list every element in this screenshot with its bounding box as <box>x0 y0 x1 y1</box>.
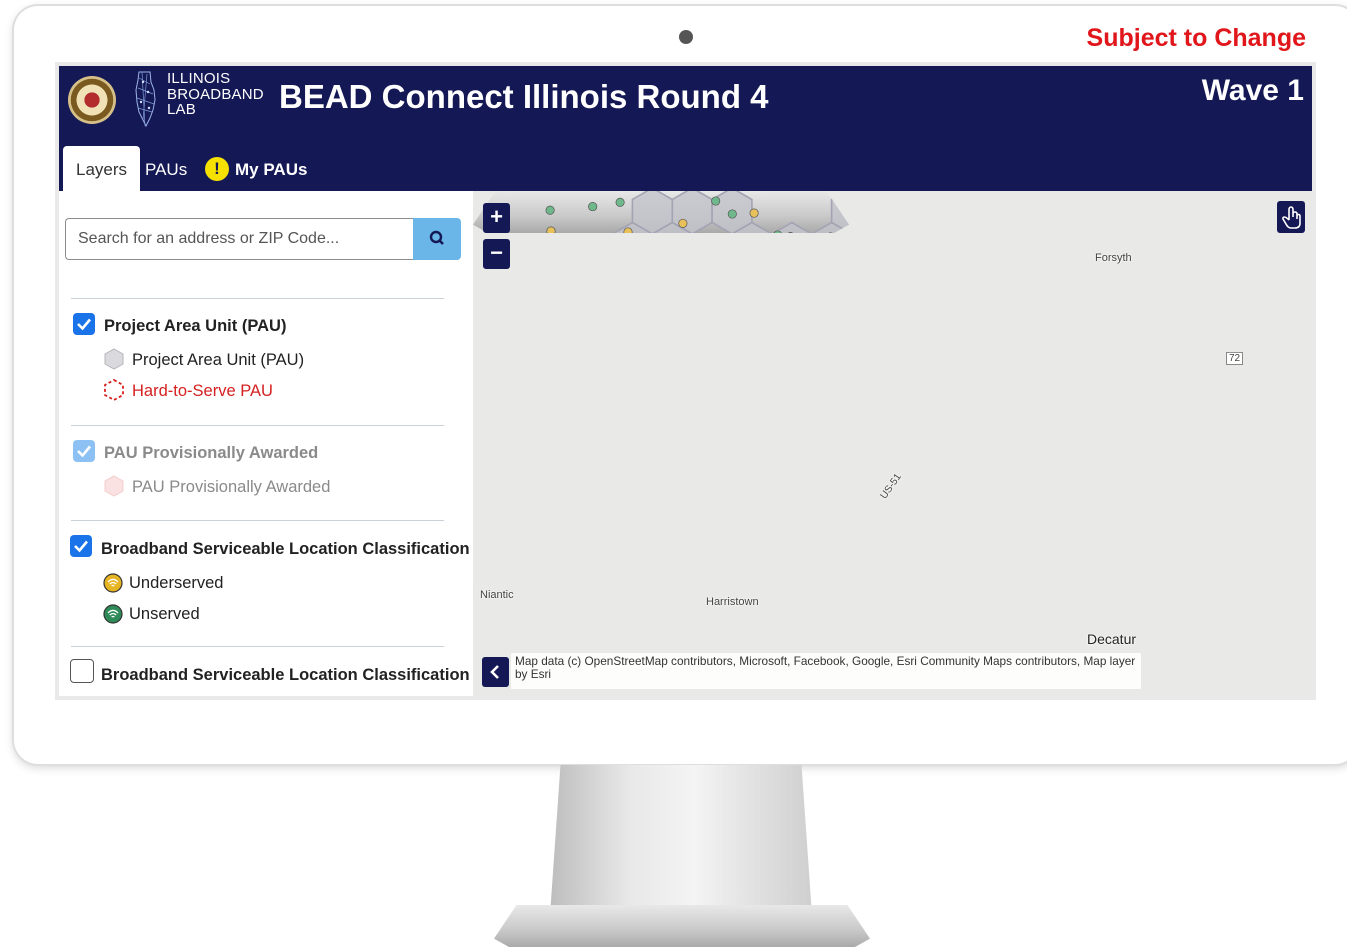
legend-provisionally-awarded-label: PAU Provisionally Awarded <box>132 478 331 496</box>
page-title: BEAD Connect Illinois Round 4 <box>279 78 769 115</box>
tab-label: Layers <box>76 160 128 179</box>
provisionally-awarded-label: PAU Provisionally Awarded <box>104 444 319 462</box>
place-label: Niantic <box>480 589 514 601</box>
bsl-classification-2-label: Broadband Serviceable Location Classific… <box>101 666 470 684</box>
warning-icon: ! <box>205 157 229 181</box>
pau-layer-checkbox[interactable] <box>73 313 95 335</box>
tab-layers[interactable]: Layers <box>63 146 141 191</box>
layers-panel: Project Area Unit (PAU) Project Area Uni… <box>59 191 473 696</box>
underserved-location-marker[interactable] <box>547 227 555 233</box>
divider <box>71 520 444 521</box>
divider <box>71 425 444 426</box>
unserved-location-marker[interactable] <box>840 230 848 233</box>
search-button[interactable] <box>413 218 461 260</box>
underserved-location-marker[interactable] <box>837 232 845 233</box>
highway-shield: 72 <box>1226 352 1244 365</box>
webcam <box>679 30 693 44</box>
legend-unserved-label: Unserved <box>129 605 200 623</box>
divider <box>71 646 444 647</box>
place-label: Harristown <box>706 596 759 608</box>
pan-tool-button[interactable] <box>1277 201 1305 233</box>
app-screen: ILLINOIS BROADBAND LAB BEAD Connect Illi… <box>59 66 1312 696</box>
gray-hexagon-icon <box>104 348 124 370</box>
bsl-classification-checkbox[interactable] <box>70 535 92 557</box>
legend-hard-to-serve-label: Hard-to-Serve PAU <box>132 382 273 400</box>
underserved-location-marker[interactable] <box>679 219 687 227</box>
hand-pointer-icon <box>1282 206 1301 229</box>
road-label: US-51 <box>878 471 904 502</box>
zoom-out-button[interactable]: − <box>483 239 510 269</box>
red-dashed-hexagon-icon <box>104 379 124 401</box>
provisionally-awarded-checkbox[interactable] <box>73 440 95 462</box>
unserved-location-marker[interactable] <box>728 210 736 218</box>
chevron-left-icon <box>490 665 499 679</box>
divider <box>71 298 444 299</box>
green-wifi-circle-icon <box>103 604 123 624</box>
wave-badge: Wave 1 <box>1201 74 1304 107</box>
subject-to-change-label: Subject to Change <box>1086 24 1306 52</box>
tab-label: My PAUs <box>235 160 308 179</box>
place-label: Decatur <box>1087 631 1137 647</box>
pink-hexagon-icon <box>104 475 124 497</box>
tab-label: PAUs <box>145 160 188 179</box>
illinois-state-outline-icon <box>135 71 156 128</box>
place-label: Forsyth <box>1095 252 1132 264</box>
checkmark-icon <box>74 540 88 553</box>
pau-layer-label: Project Area Unit (PAU) <box>104 317 287 335</box>
map-view[interactable]: Forsyth Harristown Niantic Decatur 72 US… <box>473 191 1312 696</box>
address-search-input[interactable] <box>65 218 413 260</box>
basemap <box>473 191 849 233</box>
collapse-panel-button[interactable] <box>482 657 509 687</box>
monitor-stand-base <box>494 905 870 947</box>
tab-paus[interactable]: PAUs <box>145 146 187 191</box>
unserved-location-marker[interactable] <box>712 197 720 205</box>
yellow-wifi-circle-icon <box>103 573 123 593</box>
bsl-classification-label: Broadband Serviceable Location Classific… <box>101 540 470 558</box>
tab-my-paus[interactable]: ! My PAUs <box>205 146 315 191</box>
search-icon <box>429 230 444 245</box>
app-header: ILLINOIS BROADBAND LAB BEAD Connect Illi… <box>59 66 1312 191</box>
map-attribution: Map data (c) OpenStreetMap contributors,… <box>511 653 1141 689</box>
monitor-stand-neck <box>550 765 812 915</box>
illinois-seal-logo <box>68 76 116 124</box>
bsl-classification-2-checkbox[interactable] <box>70 659 94 683</box>
checkmark-icon <box>77 318 91 331</box>
underserved-location-marker[interactable] <box>750 209 758 217</box>
legend-underserved-label: Underserved <box>129 574 224 592</box>
legend-pau-label: Project Area Unit (PAU) <box>132 351 305 369</box>
underserved-location-marker[interactable] <box>624 228 632 233</box>
unserved-location-marker[interactable] <box>616 198 624 206</box>
unserved-location-marker[interactable] <box>546 206 554 214</box>
illinois-broadband-lab-wordmark: ILLINOIS BROADBAND LAB <box>167 70 264 118</box>
checkmark-icon <box>77 445 91 458</box>
unserved-location-marker[interactable] <box>589 202 597 210</box>
zoom-in-button[interactable]: + <box>483 203 510 233</box>
